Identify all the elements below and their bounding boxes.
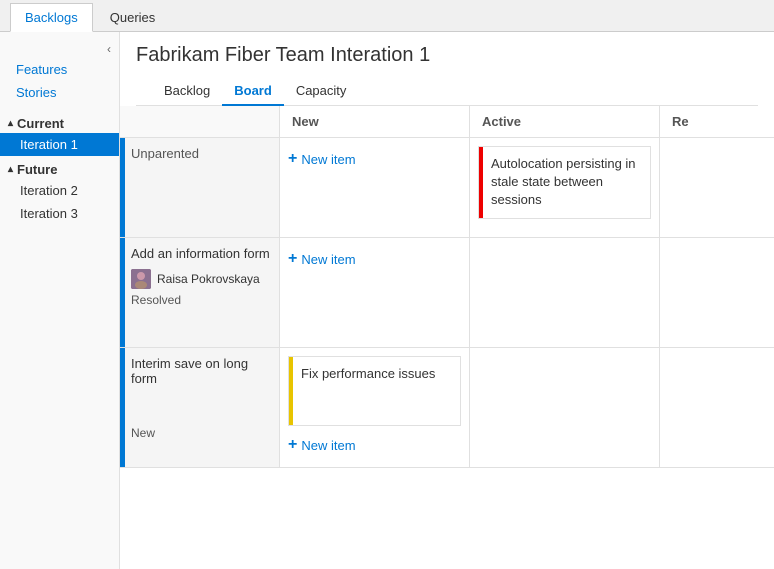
sidebar-link-stories[interactable]: Stories [0, 81, 119, 104]
row2-new-item-button[interactable]: + New item [288, 246, 461, 272]
row3-new-item-label: New item [301, 438, 355, 453]
sidebar-link-features[interactable]: Features [0, 58, 119, 81]
row3-resolved-cell [660, 348, 774, 468]
row1-new-cell: + New item [280, 138, 470, 238]
sidebar-collapse-button[interactable]: ‹ [0, 40, 119, 58]
section-label-current: Current [17, 116, 64, 131]
sidebar: ‹ Features Stories ▴ Current Iteration 1… [0, 32, 120, 569]
row3-label-cell: Interim save on long form New [120, 348, 280, 468]
row2-label-text: Add an information form Raisa Pokrovskay… [125, 238, 276, 347]
row1-new-item-button[interactable]: + New item [288, 146, 461, 172]
row2-user: Raisa Pokrovskaya [157, 272, 260, 286]
col-header-active: Active [470, 106, 660, 138]
row2-avatar [131, 269, 151, 289]
tab-backlog[interactable]: Backlog [152, 77, 222, 106]
section-triangle-future: ▴ [8, 164, 13, 175]
tab-board[interactable]: Board [222, 77, 284, 106]
sidebar-item-iteration1[interactable]: Iteration 1 [0, 133, 119, 156]
row1-active-cell: Autolocation persisting in stale state b… [470, 138, 660, 238]
row1-label-cell: Unparented [120, 138, 280, 238]
row2-resolved-cell [660, 238, 774, 348]
row3-label-title: Interim save on long form [131, 356, 273, 386]
row3-new-card[interactable]: Fix performance issues [288, 356, 461, 426]
col-header-new: New [280, 106, 470, 138]
sidebar-section-future[interactable]: ▴ Future [0, 156, 119, 179]
row3-card-border [289, 357, 293, 425]
plus-icon-2: + [288, 250, 297, 268]
row3-card-title: Fix performance issues [301, 365, 452, 383]
content-header: Fabrikam Fiber Team Interation 1 Backlog… [120, 32, 774, 106]
board-grid: New Active Re Unparented + New item [120, 106, 774, 468]
plus-icon-3: + [288, 436, 297, 454]
tab-backlogs[interactable]: Backlogs [10, 3, 93, 32]
avatar-icon [131, 269, 151, 289]
tab-capacity[interactable]: Capacity [284, 77, 359, 106]
row2-label-cell: Add an information form Raisa Pokrovskay… [120, 238, 280, 348]
row3-new-cell: Fix performance issues + New item [280, 348, 470, 468]
row2-status: Resolved [131, 293, 270, 307]
row1-resolved-cell [660, 138, 774, 238]
row3-label-text: Interim save on long form New [125, 348, 279, 467]
sidebar-section-current[interactable]: ▴ Current [0, 110, 119, 133]
tab-queries[interactable]: Queries [95, 3, 171, 31]
row1-active-card[interactable]: Autolocation persisting in stale state b… [478, 146, 651, 219]
page-title: Fabrikam Fiber Team Interation 1 [136, 44, 758, 67]
plus-icon: + [288, 150, 297, 168]
row3-new-item-button[interactable]: + New item [288, 432, 461, 458]
main-layout: ‹ Features Stories ▴ Current Iteration 1… [0, 32, 774, 569]
col-header-label [120, 106, 280, 138]
row1-new-item-label: New item [301, 152, 355, 167]
content-nav: Backlog Board Capacity [136, 77, 758, 106]
board-area: New Active Re Unparented + New item [120, 106, 774, 569]
content-area: Fabrikam Fiber Team Interation 1 Backlog… [120, 32, 774, 569]
row3-active-cell [470, 348, 660, 468]
col-header-resolved: Re [660, 106, 774, 138]
row1-label-text: Unparented [125, 138, 205, 237]
section-label-future: Future [17, 162, 57, 177]
row3-status: New [131, 426, 273, 440]
row2-active-cell [470, 238, 660, 348]
row2-new-cell: + New item [280, 238, 470, 348]
row2-label-title: Add an information form [131, 246, 270, 261]
row1-card-title: Autolocation persisting in stale state b… [491, 155, 642, 210]
top-tab-bar: Backlogs Queries [0, 0, 774, 32]
sidebar-item-iteration2[interactable]: Iteration 2 [0, 179, 119, 202]
row2-new-item-label: New item [301, 252, 355, 267]
sidebar-item-iteration3[interactable]: Iteration 3 [0, 202, 119, 225]
row1-card-border [479, 147, 483, 218]
row2-card-meta: Raisa Pokrovskaya [131, 269, 270, 289]
section-triangle-current: ▴ [8, 118, 13, 129]
